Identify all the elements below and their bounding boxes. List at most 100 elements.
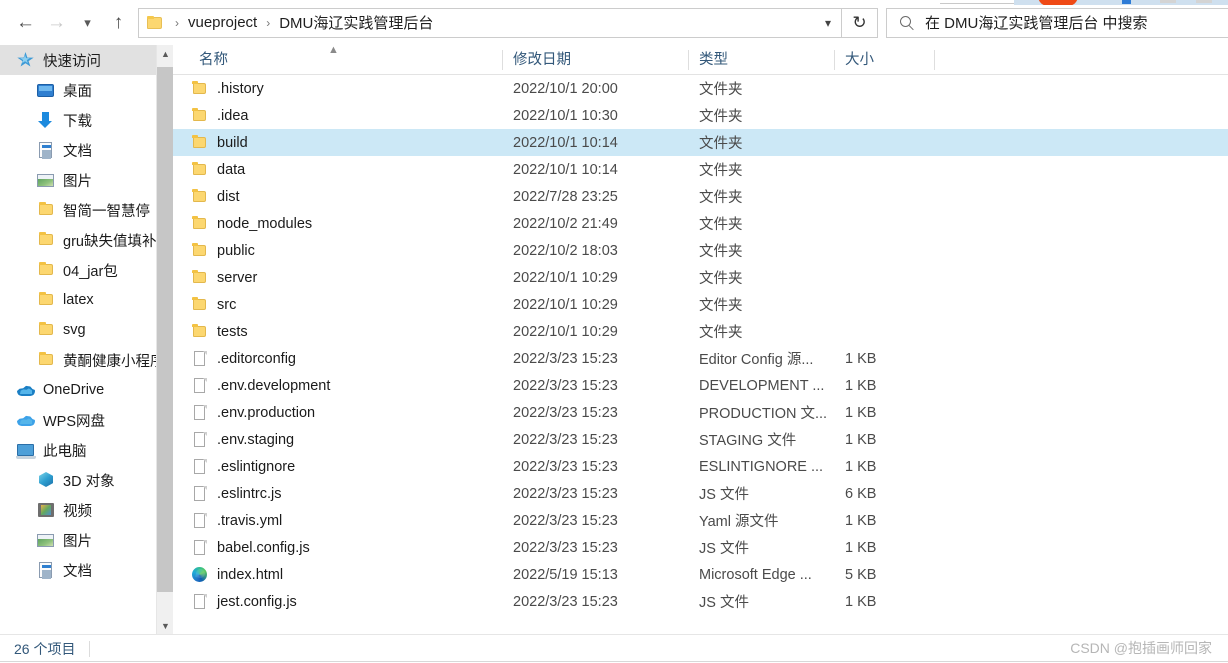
table-row[interactable]: .env.production 2022/3/23 15:23 PRODUCTION… — [173, 399, 1228, 426]
file-name-cell[interactable]: .eslintignore — [173, 458, 503, 475]
sidebar-item-label: 智简一智慧停 — [63, 203, 150, 220]
sidebar-item-9[interactable]: svg — [0, 315, 173, 345]
refresh-button[interactable]: ↻ — [842, 7, 878, 38]
file-date-cell: 2022/5/19 15:13 — [513, 566, 618, 583]
table-row[interactable]: .editorconfig 2022/3/23 15:23 Editor Confi… — [173, 345, 1228, 372]
file-name-cell[interactable]: src — [173, 296, 503, 313]
back-button[interactable]: ← — [10, 5, 41, 41]
file-name-label: .editorconfig — [217, 350, 296, 367]
sidebar-item-15[interactable]: 视频 — [0, 495, 173, 525]
file-name-cell[interactable]: .eslintrc.js — [173, 485, 503, 502]
file-name-cell[interactable]: node_modules — [173, 215, 503, 232]
file-name-cell[interactable]: public — [173, 242, 503, 259]
sidebar-item-11[interactable]: OneDrive — [0, 375, 173, 405]
file-icon — [191, 377, 208, 394]
watermark-text: CSDN @抱插画师回家 — [1070, 640, 1212, 656]
sidebar-item-3[interactable]: 文档 — [0, 135, 173, 165]
file-name-cell[interactable]: .history — [173, 80, 503, 97]
table-row[interactable]: node_modules 2022/10/2 21:49 文件夹 — [173, 210, 1228, 237]
table-row[interactable]: src 2022/10/1 10:29 文件夹 — [173, 291, 1228, 318]
table-row[interactable]: tests 2022/10/1 10:29 文件夹 — [173, 318, 1228, 345]
file-date-cell: 2022/10/1 10:29 — [513, 323, 618, 340]
scrollbar-thumb[interactable] — [157, 67, 173, 592]
sidebar-item-17[interactable]: 文档 — [0, 555, 173, 585]
file-name-cell[interactable]: babel.config.js — [173, 539, 503, 556]
file-name-cell[interactable]: server — [173, 269, 503, 286]
folder-icon — [36, 290, 56, 310]
file-name-cell[interactable]: jest.config.js — [173, 593, 503, 610]
sidebar-item-2[interactable]: 下载 — [0, 105, 173, 135]
table-row[interactable]: server 2022/10/1 10:29 文件夹 — [173, 264, 1228, 291]
sidebar-item-6[interactable]: gru缺失值填补 — [0, 225, 173, 255]
sidebar-item-label: 文档 — [63, 143, 92, 160]
sidebar-item-0[interactable]: 快速访问 — [0, 45, 173, 75]
column-header-size[interactable]: 大小 — [835, 48, 935, 74]
folder-icon — [36, 350, 56, 370]
table-row[interactable]: data 2022/10/1 10:14 文件夹 — [173, 156, 1228, 183]
status-bar: 26 个项目 — [0, 634, 1228, 663]
sidebar-item-14[interactable]: 3D 对象 — [0, 465, 173, 495]
table-row[interactable]: .eslintrc.js 2022/3/23 15:23 JS 文件 6 KB — [173, 480, 1228, 507]
up-one-level-button[interactable]: ↑ — [103, 5, 134, 41]
breadcrumb-item-vueproject[interactable]: vueproject — [186, 14, 259, 31]
scroll-down-button[interactable]: ▼ — [157, 617, 173, 634]
file-name-cell[interactable]: .env.production — [173, 404, 503, 421]
column-header-name[interactable]: 名称 — [173, 48, 503, 74]
file-type-cell: 文件夹 — [699, 190, 743, 206]
column-header-date[interactable]: 修改日期 — [503, 48, 689, 74]
sidebar-item-12[interactable]: WPS网盘 — [0, 405, 173, 435]
scroll-up-button[interactable]: ▲ — [157, 45, 173, 62]
table-row[interactable]: public 2022/10/2 18:03 文件夹 — [173, 237, 1228, 264]
table-row[interactable]: .eslintignore 2022/3/23 15:23 ESLINTIGNORE… — [173, 453, 1228, 480]
table-row[interactable]: build 2022/10/1 10:14 文件夹 — [173, 129, 1228, 156]
table-row[interactable]: .env.staging 2022/3/23 15:23 STAGING 文件 1 K… — [173, 426, 1228, 453]
table-row[interactable]: babel.config.js 2022/3/23 15:23 JS 文件 1 KB — [173, 534, 1228, 561]
file-size-cell: 6 KB — [845, 485, 877, 502]
sidebar-item-10[interactable]: 黄酮健康小程序数 — [0, 345, 173, 375]
search-input[interactable]: 在 DMU海辽实践管理后台 中搜索 — [925, 12, 1148, 33]
forward-button[interactable]: → — [41, 5, 72, 41]
file-name-cell[interactable]: .env.development — [173, 377, 503, 394]
search-box[interactable]: 在 DMU海辽实践管理后台 中搜索 — [886, 7, 1228, 38]
file-name-cell[interactable]: index.html — [173, 566, 503, 583]
sidebar-item-13[interactable]: 此电脑 — [0, 435, 173, 465]
address-path-bar[interactable]: › vueproject › DMU海辽实践管理后台 ▾ — [138, 7, 842, 38]
table-row[interactable]: index.html 2022/5/19 15:13 Microsoft Edge … — [173, 561, 1228, 588]
table-row[interactable]: jest.config.js 2022/3/23 15:23 JS 文件 1 KB — [173, 588, 1228, 615]
star-icon — [16, 50, 36, 70]
column-header-type[interactable]: 类型 — [689, 48, 835, 74]
sidebar-item-8[interactable]: latex — [0, 285, 173, 315]
table-row[interactable]: dist 2022/7/28 23:25 文件夹 — [173, 183, 1228, 210]
file-name-cell[interactable]: .editorconfig — [173, 350, 503, 367]
file-name-label: .eslintignore — [217, 458, 296, 475]
file-icon — [191, 539, 208, 556]
sidebar-item-1[interactable]: 桌面 — [0, 75, 173, 105]
file-name-label: babel.config.js — [217, 539, 310, 556]
sidebar-item-label: OneDrive — [43, 382, 105, 398]
sidebar-item-16[interactable]: 图片 — [0, 525, 173, 555]
file-name-cell[interactable]: .env.staging — [173, 431, 503, 448]
file-name-cell[interactable]: .idea — [173, 107, 503, 124]
file-name-label: jest.config.js — [217, 593, 297, 610]
table-row[interactable]: .travis.yml 2022/3/23 15:23 Yaml 源文件 1 KB — [173, 507, 1228, 534]
file-size-cell: 1 KB — [845, 512, 877, 529]
file-name-label: index.html — [217, 566, 284, 583]
table-row[interactable]: .history 2022/10/1 20:00 文件夹 — [173, 75, 1228, 102]
sidebar-item-7[interactable]: 04_jar包 — [0, 255, 173, 285]
table-row[interactable]: .env.development 2022/3/23 15:23 DEVELOPME… — [173, 372, 1228, 399]
chevron-down-icon[interactable]: ▾ — [825, 16, 831, 30]
file-date-cell: 2022/3/23 15:23 — [513, 377, 618, 394]
file-name-cell[interactable]: .travis.yml — [173, 512, 503, 529]
file-name-cell[interactable]: build — [173, 134, 503, 151]
file-icon — [191, 485, 208, 502]
sidebar-item-4[interactable]: 图片 — [0, 165, 173, 195]
breadcrumb-item-current[interactable]: DMU海辽实践管理后台 — [277, 12, 435, 33]
recent-locations-button[interactable]: ▾ — [72, 5, 103, 41]
file-name-cell[interactable]: tests — [173, 323, 503, 340]
table-row[interactable]: .idea 2022/10/1 10:30 文件夹 — [173, 102, 1228, 129]
chevron-up-icon: ▲ — [161, 48, 170, 59]
file-name-cell[interactable]: dist — [173, 188, 503, 205]
sidebar-item-5[interactable]: 智简一智慧停 — [0, 195, 173, 225]
file-name-cell[interactable]: data — [173, 161, 503, 178]
sidebar-scrollbar[interactable]: ▲ ▼ — [156, 45, 173, 634]
